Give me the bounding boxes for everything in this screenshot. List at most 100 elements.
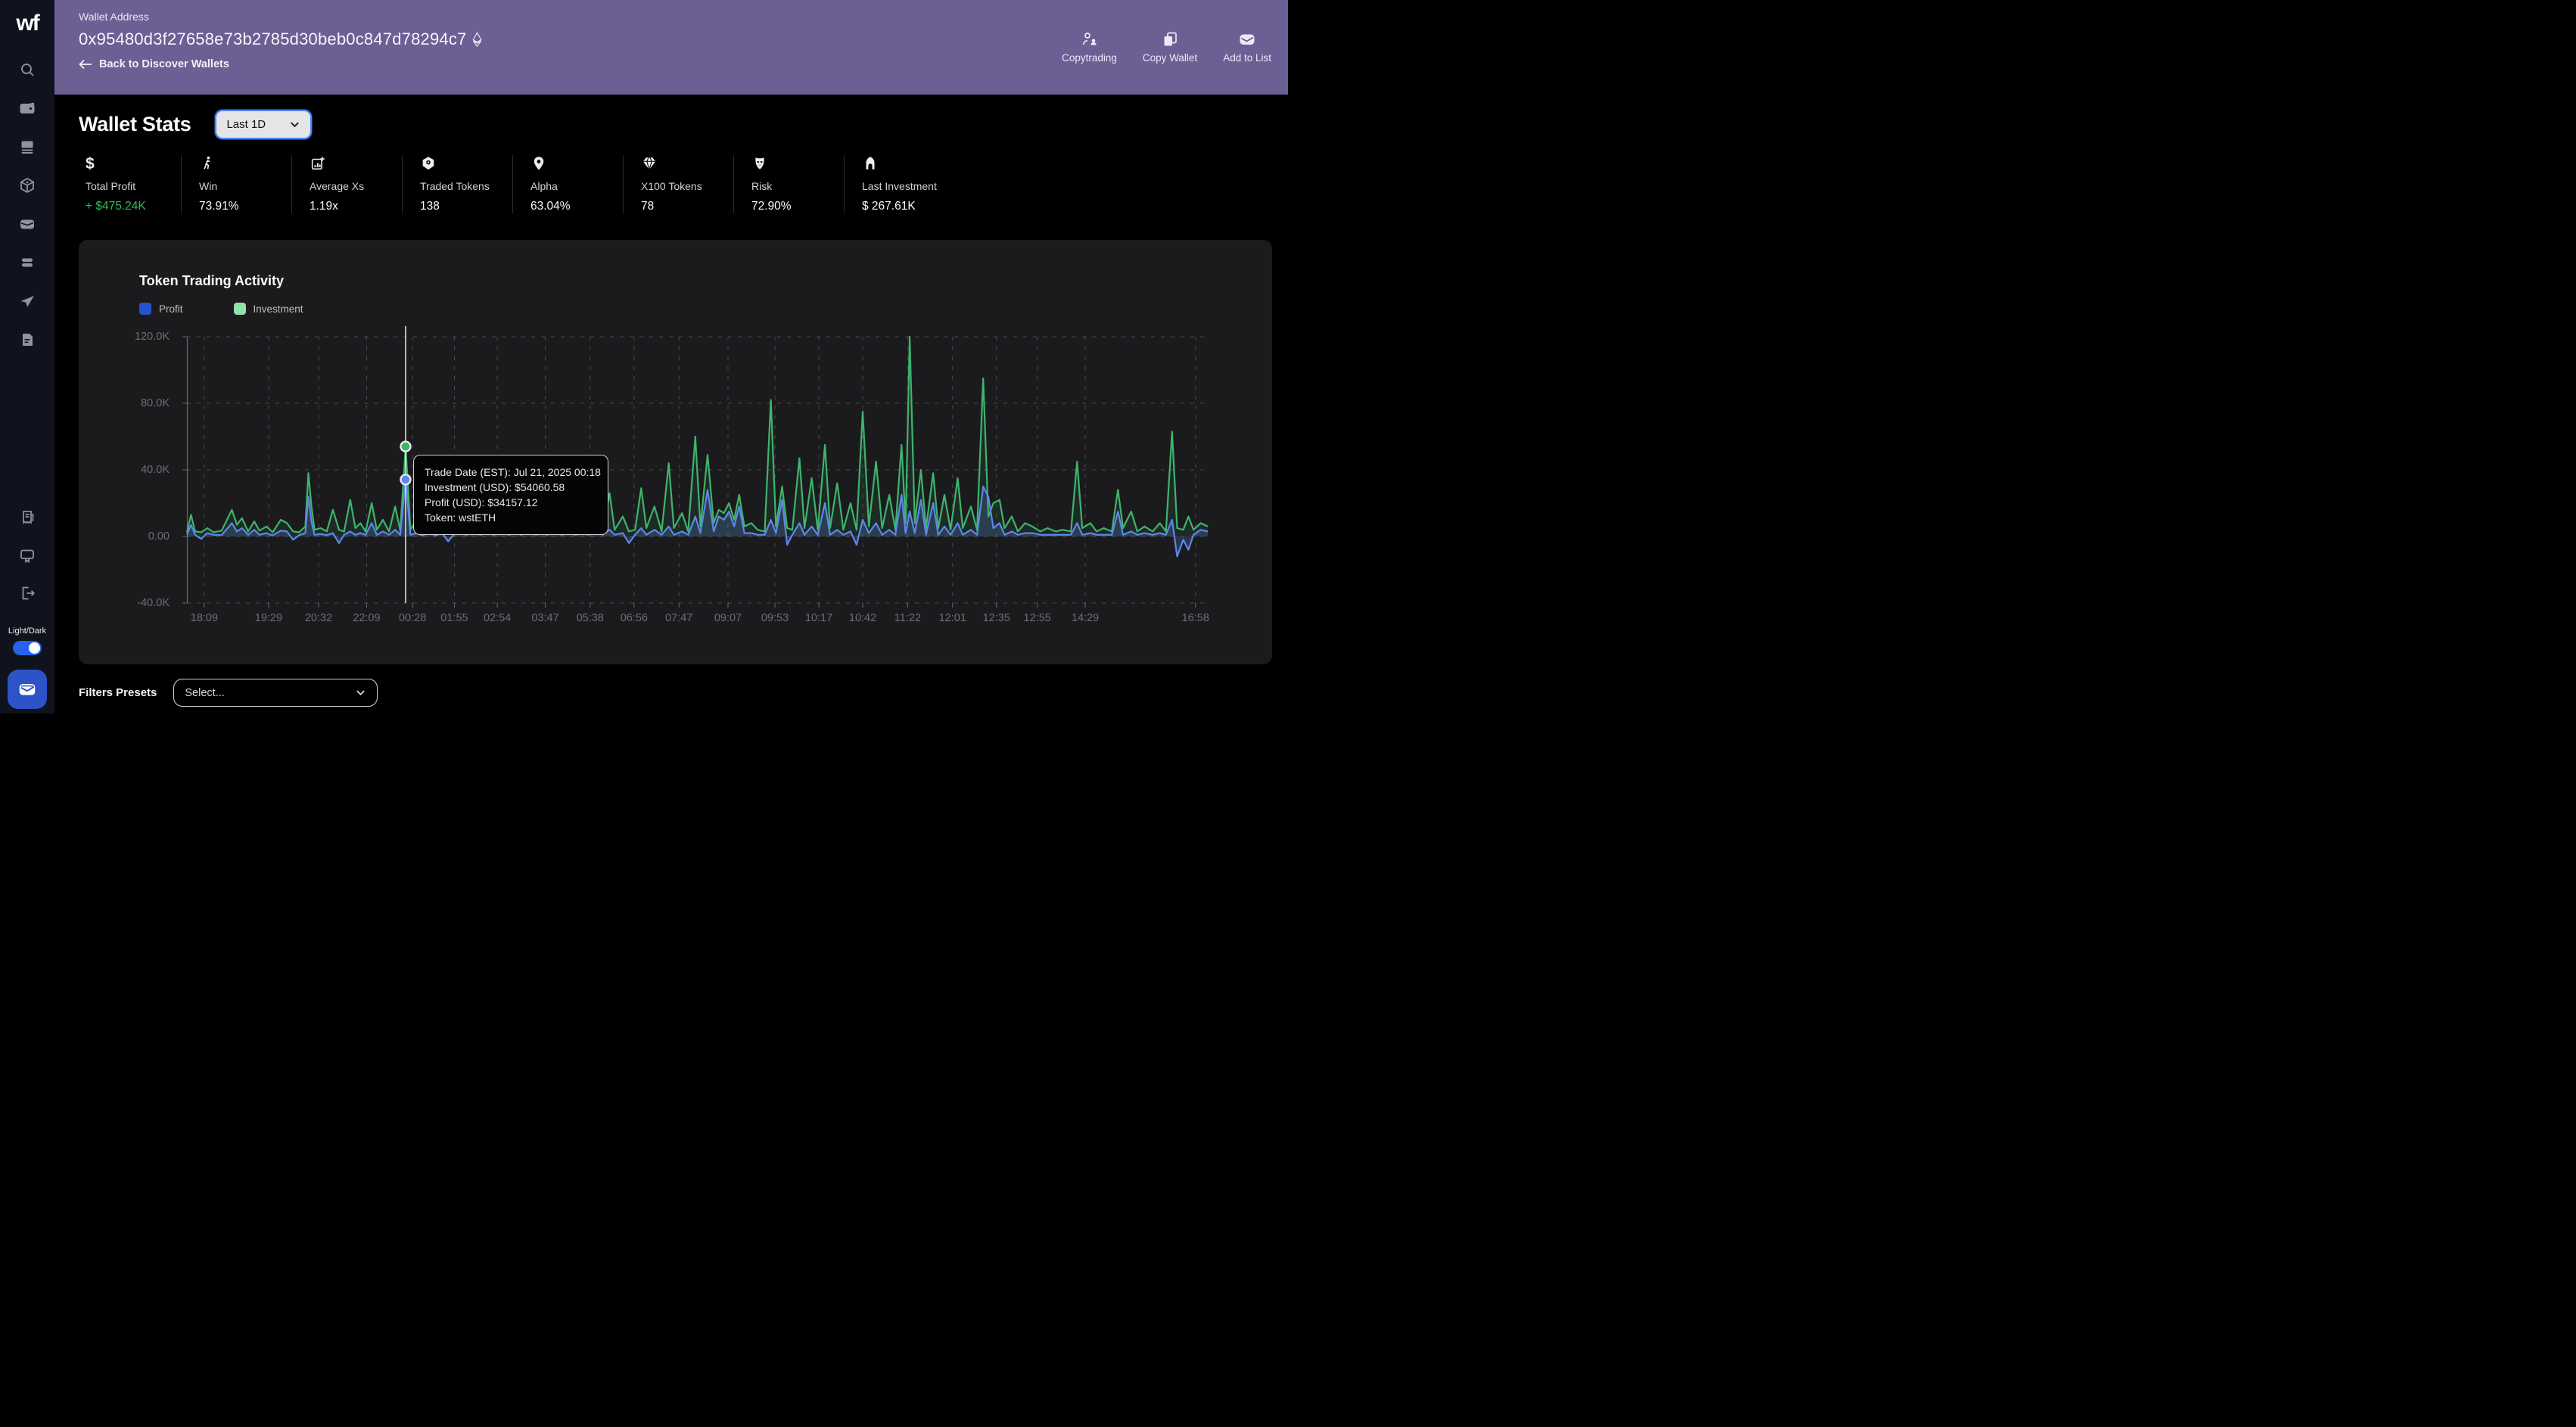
period-select[interactable]: Last 1D [215, 110, 313, 139]
copytrading-button[interactable]: Copytrading [1062, 30, 1117, 64]
app-logo: wf [16, 11, 39, 36]
x-tick-label: 14:29 [1071, 612, 1100, 624]
wallet-dashboard-page: wf Light/Dark Wallet Address 0x95480d3f2… [0, 0, 1288, 714]
x-tick-label: 02:54 [483, 612, 512, 624]
stat-average-xs: Average Xs 1.19x [291, 155, 402, 213]
x-tick-label: 07:47 [665, 612, 693, 624]
profit-color-chip [139, 303, 151, 315]
stat-win: Win 73.91% [181, 155, 291, 213]
logout-icon[interactable] [18, 584, 36, 602]
legend-profit[interactable]: Profit [139, 303, 183, 315]
card-icon[interactable] [18, 215, 36, 233]
x-tick-label: 16:58 [1181, 612, 1209, 624]
y-tick-label: 80.0K [141, 397, 170, 409]
x-tick-label: 12:01 [938, 612, 966, 624]
y-tick-label: -40.0K [137, 597, 170, 609]
chevron-down-icon [356, 690, 366, 696]
mask-icon [751, 155, 844, 173]
x-tick-label: 09:07 [714, 612, 742, 624]
stack-icon[interactable] [18, 138, 36, 156]
search-icon[interactable] [18, 61, 36, 79]
sidebar-nav [18, 61, 36, 349]
wallet-icon[interactable] [18, 99, 36, 117]
tooltip-token: Token: wstETH [425, 511, 496, 524]
chart-title: Token Trading Activity [139, 273, 285, 288]
chart-legend: Profit Investment [139, 303, 303, 315]
y-tick-label: 120.0K [135, 331, 170, 343]
stat-x100-tokens: X100 Tokens 78 [623, 155, 733, 213]
investment-color-chip [233, 303, 246, 315]
chart-plot[interactable] [182, 326, 1209, 608]
stat-alpha: Alpha 63.04% [512, 155, 623, 213]
telegram-icon[interactable] [18, 292, 36, 310]
add-to-list-button[interactable]: Add to List [1223, 30, 1271, 64]
monitor-icon[interactable] [18, 546, 36, 564]
filters-presets-select[interactable]: Select... [173, 679, 378, 707]
stats-row: $ Total Profit + $475.24K Win 73.91% Ave… [79, 155, 954, 213]
stat-traded-tokens: Traded Tokens 138 [402, 155, 512, 213]
stat-last-investment: Last Investment $ 267.61K [844, 155, 954, 213]
add-to-list-label: Add to List [1223, 52, 1271, 64]
x-tick-label: 20:32 [304, 612, 333, 624]
document-icon[interactable] [18, 331, 36, 349]
x-tick-label: 06:56 [620, 612, 649, 624]
x-tick-label: 01:55 [440, 612, 468, 624]
y-tick-label: 40.0K [141, 464, 170, 476]
page-title: Wallet Stats [79, 113, 191, 135]
ethereum-icon [473, 31, 482, 47]
theme-switcher: Light/Dark [0, 626, 54, 655]
layers-icon[interactable] [18, 253, 36, 272]
copy-icon [1164, 32, 1177, 46]
copytrading-icon [1082, 33, 1097, 45]
x-axis-labels: 18:09 19:29 20:32 22:09 00:28 01:55 02:54 03:47… [187, 612, 1209, 627]
tooltip-trade-date: Trade Date (EST): Jul 21, 2025 00:18 [425, 466, 601, 478]
wallet-button-icon [19, 683, 36, 695]
sidebar: wf Light/Dark [0, 0, 54, 714]
tooltip-investment: Investment (USD): $54060.58 [425, 481, 565, 493]
x-tick-label: 19:29 [254, 612, 283, 624]
x-tick-label: 22:09 [353, 612, 381, 624]
investment-marker [400, 440, 412, 452]
alpha-pin-icon [530, 155, 623, 173]
y-tick-label: 0.00 [148, 530, 170, 543]
receipt-icon[interactable] [18, 508, 36, 527]
x-tick-label: 18:09 [190, 612, 219, 624]
x-tick-label: 09:53 [761, 612, 789, 624]
theme-label: Light/Dark [8, 626, 47, 636]
copytrading-label: Copytrading [1062, 52, 1117, 64]
filters-select-placeholder: Select... [185, 686, 225, 699]
back-link-label: Back to Discover Wallets [99, 58, 229, 70]
toggle-knob [29, 642, 40, 654]
wallet-address-value: 0x95480d3f27658e73b2785d30beb0c847d78294… [79, 30, 467, 48]
token-box-icon [420, 155, 512, 173]
x-tick-label: 10:42 [848, 612, 877, 624]
arch-icon [862, 155, 954, 173]
walking-person-icon [199, 155, 291, 173]
token-trading-activity-card: Token Trading Activity Profit Investment… [79, 240, 1272, 664]
filters-presets-row: Filters Presets Select... [79, 679, 378, 707]
chart-plus-icon [310, 155, 402, 173]
cube-icon[interactable] [18, 176, 36, 194]
period-select-value: Last 1D [226, 118, 266, 131]
sidebar-nav-bottom [0, 508, 54, 602]
stat-risk: Risk 72.90% [733, 155, 844, 213]
x-tick-label: 05:38 [576, 612, 604, 624]
back-link[interactable]: Back to Discover Wallets [79, 58, 482, 70]
x-tick-label: 00:28 [398, 612, 427, 624]
legend-investment[interactable]: Investment [233, 303, 303, 315]
x-tick-label: 10:17 [804, 612, 833, 624]
copy-wallet-button[interactable]: Copy Wallet [1143, 30, 1197, 64]
wallet-address-label: Wallet Address [79, 11, 149, 23]
wallet-address: 0x95480d3f27658e73b2785d30beb0c847d78294… [79, 30, 482, 49]
wallet-action-button[interactable] [8, 670, 47, 709]
filters-presets-label: Filters Presets [79, 686, 157, 699]
dollar-icon: $ [86, 155, 95, 173]
x-tick-label: 03:47 [531, 612, 559, 624]
x-tick-label: 11:22 [894, 612, 921, 624]
x-tick-label: 12:35 [982, 612, 1010, 624]
stat-total-profit: $ Total Profit + $475.24K [79, 155, 181, 213]
add-to-list-icon [1240, 34, 1255, 45]
theme-toggle[interactable] [13, 641, 42, 655]
main-content: Wallet Stats Last 1D $ Total Profit + $4… [54, 95, 1288, 714]
profit-marker [400, 474, 412, 486]
